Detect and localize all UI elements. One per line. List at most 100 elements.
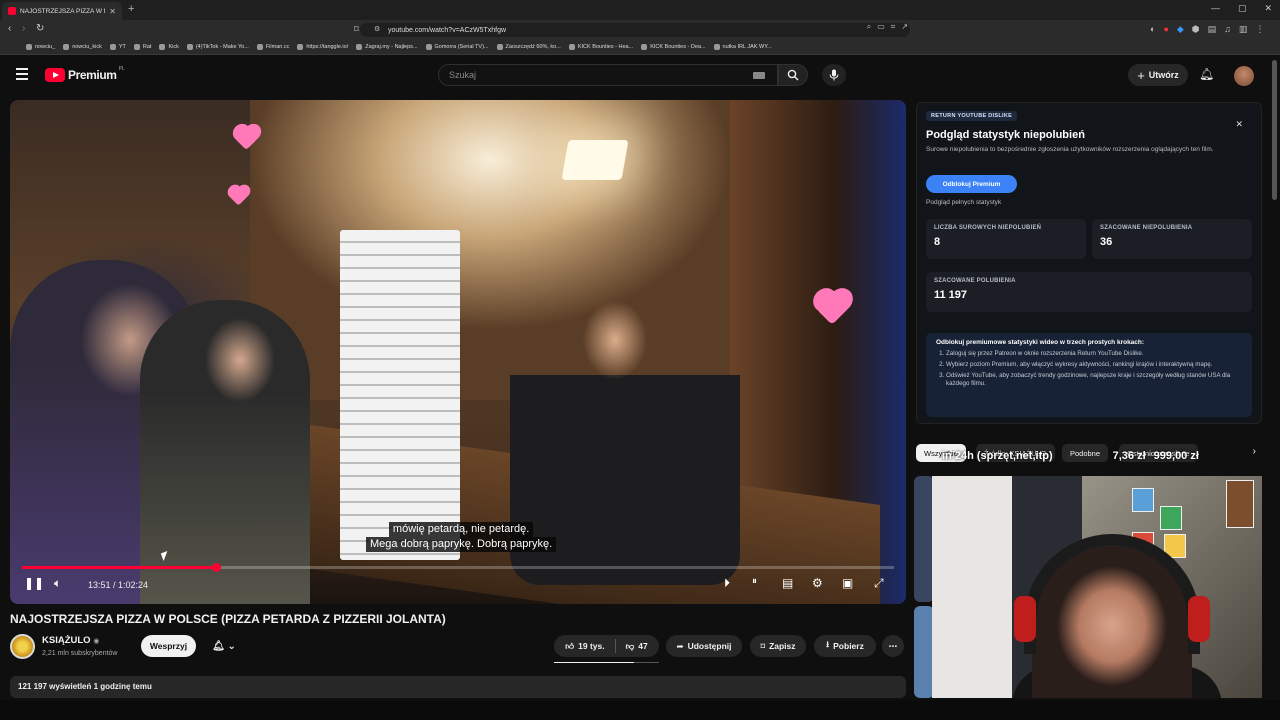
url-field[interactable]: ⌑ ⚙ youtube.com/watch?v=ACzW5Txhfgw: [354, 23, 910, 37]
ticker-item: 999,00 zł: [1153, 450, 1199, 462]
volume-icon[interactable]: 🔈︎: [54, 576, 61, 591]
bookmark-item[interactable]: Zaoszczędź 60%, ko...: [496, 44, 561, 50]
like-button[interactable]: 👍︎ 19 tys.: [555, 641, 614, 652]
hamburger-menu-icon[interactable]: [16, 68, 28, 83]
captions: mówię petardą, nie petardę. Mega dobrą p…: [366, 522, 557, 552]
bookmark-favicon-icon: [297, 44, 304, 50]
pause-icon[interactable]: ❚❚: [24, 576, 44, 590]
headphone-ear: [1188, 596, 1210, 642]
bookmark-icon[interactable]: ⌑: [354, 24, 359, 35]
channel-avatar[interactable]: [10, 634, 35, 659]
share-page-icon[interactable]: ↗: [901, 22, 908, 32]
back-icon[interactable]: ‹: [8, 23, 11, 34]
minimize-icon[interactable]: —: [1211, 3, 1220, 14]
like-ratio-bar: [554, 662, 659, 663]
notifications-bell-icon[interactable]: 🔔︎: [1199, 67, 1214, 81]
youtube-logo[interactable]: Premium PL: [45, 66, 125, 82]
extension-icon[interactable]: ●: [1163, 24, 1168, 35]
forward-icon[interactable]: ›: [22, 23, 25, 34]
chevron-right-icon[interactable]: ›: [1253, 446, 1256, 457]
full-stats-link[interactable]: Podgląd pełnych statystyk: [926, 199, 1001, 206]
step-item: Wybierz poziom Premium, aby włączyć wykr…: [946, 361, 1242, 369]
screenshot-icon[interactable]: ⌗: [891, 22, 896, 32]
share-icon: ➦: [676, 640, 684, 651]
autoplay-toggle-icon[interactable]: ⏵: [724, 576, 730, 591]
bookmark-item[interactable]: Rat: [133, 44, 151, 50]
bookmark-item[interactable]: Kick: [159, 44, 179, 50]
notification-bell-button[interactable]: 🔔︎ ⌄: [205, 635, 243, 657]
pause-small-icon[interactable]: ⏸: [752, 576, 757, 587]
bookmark-item[interactable]: YT: [109, 44, 126, 50]
bookmark-item[interactable]: KICK Bounties - Dea...: [641, 44, 706, 50]
maximize-icon[interactable]: ▢: [1238, 3, 1247, 14]
search-button[interactable]: [778, 64, 808, 86]
bookmark-item[interactable]: Gomorra (Serial TV)...: [425, 44, 489, 50]
search-input[interactable]: [439, 65, 719, 85]
unlock-premium-button[interactable]: Odblokuj Premium: [926, 175, 1017, 193]
voice-search-button[interactable]: [822, 64, 846, 86]
browser-tab[interactable]: NAJOSTRZEJSZA PIZZA W PO ✕: [2, 2, 122, 20]
bookmark-item[interactable]: Filman.cc: [256, 44, 289, 50]
bookmark-save-icon: ⌑: [760, 640, 766, 651]
miniplayer-icon[interactable]: ▣: [842, 576, 853, 590]
channel-name[interactable]: KSIĄŻULO ◉: [42, 635, 99, 646]
more-actions-button[interactable]: ⋯: [882, 635, 904, 657]
bookmark-item[interactable]: nutka IRL JAK WY...: [713, 44, 772, 50]
extension-icon[interactable]: ▤: [1208, 24, 1217, 35]
create-button[interactable]: + Utwórz: [1128, 64, 1188, 86]
progress-bar[interactable]: [22, 563, 894, 572]
video-frame-pizza-boxes: [340, 230, 460, 560]
save-button[interactable]: ⌑ Zapisz: [750, 635, 806, 657]
video-player[interactable]: mówię petardą, nie petardę. Mega dobrą p…: [10, 100, 906, 604]
fullscreen-icon[interactable]: ⤢: [874, 576, 884, 591]
support-button[interactable]: Wesprzyj: [141, 635, 196, 657]
bookmark-favicon-icon: [356, 44, 363, 50]
account-avatar[interactable]: [1234, 66, 1254, 86]
recommended-video-thumbnail[interactable]: [914, 606, 934, 698]
reload-icon[interactable]: ↻: [36, 23, 44, 34]
menu-icon[interactable]: ⋮: [1255, 24, 1264, 35]
bookmark-item[interactable]: https://tanggle.io/: [297, 44, 348, 50]
description-box[interactable]: 121 197 wyświetleń 1 godzinę temu: [10, 676, 906, 698]
bookmark-item[interactable]: (4)TikTok - Make Yo...: [186, 44, 249, 50]
bookmark-label: Zaoszczędź 60%, ko...: [505, 44, 561, 50]
bookmark-item[interactable]: KICK Bounties - Hea...: [568, 44, 633, 50]
recommended-video-thumbnail[interactable]: [914, 476, 934, 602]
bookmark-favicon-icon: [496, 44, 503, 50]
site-info-icon[interactable]: ⚙: [374, 25, 380, 33]
stat-label: SZACOWANE POLUBIENIA: [934, 278, 1016, 284]
close-tab-icon[interactable]: ✕: [109, 7, 116, 16]
search-icon: [787, 69, 799, 81]
dislike-button[interactable]: 👎︎ 47: [616, 641, 658, 652]
bookmark-favicon-icon: [26, 44, 32, 50]
bookmark-label: nowciu_: [35, 44, 56, 50]
subtitles-icon[interactable]: ▤: [782, 576, 793, 590]
extension-icon[interactable]: ◆: [1177, 24, 1184, 35]
bookmark-item[interactable]: Zagraj.my - Najleps...: [356, 44, 418, 50]
new-tab-icon[interactable]: +: [128, 3, 134, 15]
download-button[interactable]: ⭳ Pobierz: [814, 635, 876, 657]
close-window-icon[interactable]: ✕: [1264, 3, 1272, 14]
share-button[interactable]: ➦ Udostępnij: [666, 635, 742, 657]
extensions-area: ◐ ● ◆ ⬢ ▤ ♫ ▥ ⋮: [1150, 24, 1264, 35]
cast-icon[interactable]: ▭: [877, 22, 885, 32]
progress-scrubber[interactable]: [211, 563, 221, 572]
share-label: Udostępnij: [687, 641, 732, 651]
page-scrollbar[interactable]: [1272, 60, 1277, 200]
keyboard-icon[interactable]: [753, 72, 765, 79]
settings-gear-icon[interactable]: ⚙: [812, 576, 823, 590]
stat-value: 36: [1100, 236, 1113, 248]
subscriber-count: 2,21 mln subskrybentów: [42, 650, 118, 657]
bookmark-item[interactable]: nowciu_: [26, 44, 55, 50]
sidebar-icon[interactable]: ▥: [1239, 24, 1248, 35]
thumbs-up-icon: 👍︎: [565, 640, 575, 651]
url-text: youtube.com/watch?v=ACzW5Txhfgw: [388, 26, 507, 34]
bookmark-item[interactable]: nowciu_kick: [63, 44, 102, 50]
music-icon[interactable]: ♫: [1224, 24, 1231, 35]
zoom-icon[interactable]: ⌕: [867, 22, 871, 32]
extension-icon[interactable]: ⬢: [1192, 24, 1200, 35]
close-icon[interactable]: ✕: [1235, 119, 1243, 130]
extension-icon[interactable]: ◐: [1150, 24, 1155, 35]
tab-title: NAJOSTRZEJSZA PIZZA W PO: [20, 7, 106, 15]
bookmark-label: (4)TikTok - Make Yo...: [195, 44, 249, 50]
